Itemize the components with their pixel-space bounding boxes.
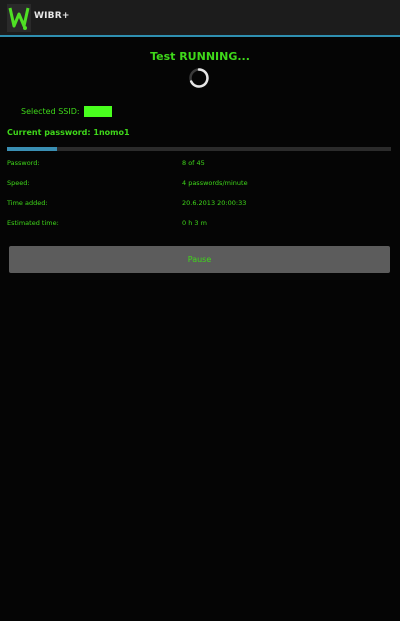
wibr-logo-icon — [7, 4, 31, 32]
speed-value: 4 passwords/minute — [182, 179, 248, 187]
estimated-time-value: 0 h 3 m — [182, 219, 207, 227]
selected-ssid-label: Selected SSID: — [21, 106, 80, 116]
speed-label: Speed: — [7, 179, 30, 187]
progress-bar — [7, 147, 391, 151]
app-title: WIBR+ — [34, 11, 70, 21]
pause-button[interactable]: Pause — [9, 246, 390, 273]
action-bar: WIBR+ — [0, 0, 400, 35]
selected-ssid-row: Selected SSID: — [21, 104, 112, 118]
progress-bar-fill — [7, 147, 57, 151]
password-count-label: Password: — [7, 159, 40, 167]
estimated-time-label: Estimated time: — [7, 219, 59, 227]
wibr-screen: WIBR+ Test RUNNING... Selected SSID: Cur… — [0, 0, 400, 621]
password-count-value: 8 of 45 — [182, 159, 205, 167]
status-title: Test RUNNING... — [150, 50, 250, 63]
current-password-text: Current password: 1nomo1 — [7, 128, 130, 137]
time-added-label: Time added: — [7, 199, 48, 207]
action-bar-divider — [0, 35, 400, 37]
selected-ssid-value — [83, 105, 112, 117]
loading-spinner-icon — [189, 68, 209, 88]
time-added-value: 20.6.2013 20:00:33 — [182, 199, 247, 207]
